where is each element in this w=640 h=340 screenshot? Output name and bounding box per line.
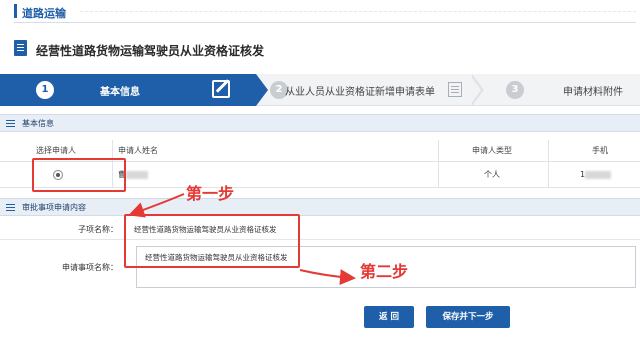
apply-item-label: 申请事项名称： <box>62 263 118 272</box>
chevron-right-icon <box>470 74 484 106</box>
annotation-box-select <box>32 158 126 192</box>
step-label: 从业人员从业资格证新增申请表单 <box>285 87 435 98</box>
divider <box>438 140 439 161</box>
divider <box>548 162 549 187</box>
step-number: 1 <box>36 81 54 99</box>
annotation-step-one: 第一步 <box>186 184 235 203</box>
approval-content-title: 审批事项申请内容 <box>22 203 86 212</box>
applicant-phone: 1 <box>580 162 612 187</box>
section-header: 道路运输 <box>0 0 640 26</box>
list-icon <box>6 204 15 211</box>
back-button[interactable]: 返 回 <box>364 306 414 328</box>
list-icon <box>6 120 15 127</box>
basic-info-header: 基本信息 <box>0 114 640 132</box>
divider <box>548 140 549 161</box>
document-icon <box>14 40 27 56</box>
divider <box>80 11 636 12</box>
annotation-step-two: 第二步 <box>360 262 409 281</box>
save-next-button[interactable]: 保存并下一步 <box>426 306 510 328</box>
basic-info-title: 基本信息 <box>22 119 54 128</box>
sub-item-row: 子项名称： 经营性道路货物运输驾驶员从业资格证核发 <box>0 218 640 240</box>
sub-item-label: 子项名称： <box>78 225 118 234</box>
page-heading: 经营性道路货物运输驾驶员从业资格证核发 <box>0 32 640 66</box>
section-title: 道路运输 <box>22 7 66 20</box>
form-icon <box>448 82 462 97</box>
column-header-type: 申请人类型 <box>472 146 512 155</box>
step-label: 申请材料附件 <box>563 87 623 98</box>
apply-item-row: 申请事项名称： 经营性道路货物运输驾驶员从业资格证核发 <box>0 242 640 292</box>
approval-content-header: 审批事项申请内容 <box>0 198 640 216</box>
step-basic-info[interactable]: 1 基本信息 <box>0 74 268 106</box>
edit-icon <box>212 80 230 98</box>
section-accent-bar <box>14 4 17 18</box>
divider <box>438 162 439 187</box>
step-progress-bar: 1 基本信息 2 从业人员从业资格证新增申请表单 3 申请材料附件 <box>0 74 640 106</box>
divider <box>14 22 636 23</box>
applicant-type: 个人 <box>484 170 500 179</box>
annotation-box-fields <box>124 214 300 268</box>
step-label: 基本信息 <box>100 87 140 98</box>
column-header-phone: 手机 <box>592 146 608 155</box>
page-title: 经营性道路货物运输驾驶员从业资格证核发 <box>36 44 265 58</box>
step-number: 3 <box>506 81 524 99</box>
